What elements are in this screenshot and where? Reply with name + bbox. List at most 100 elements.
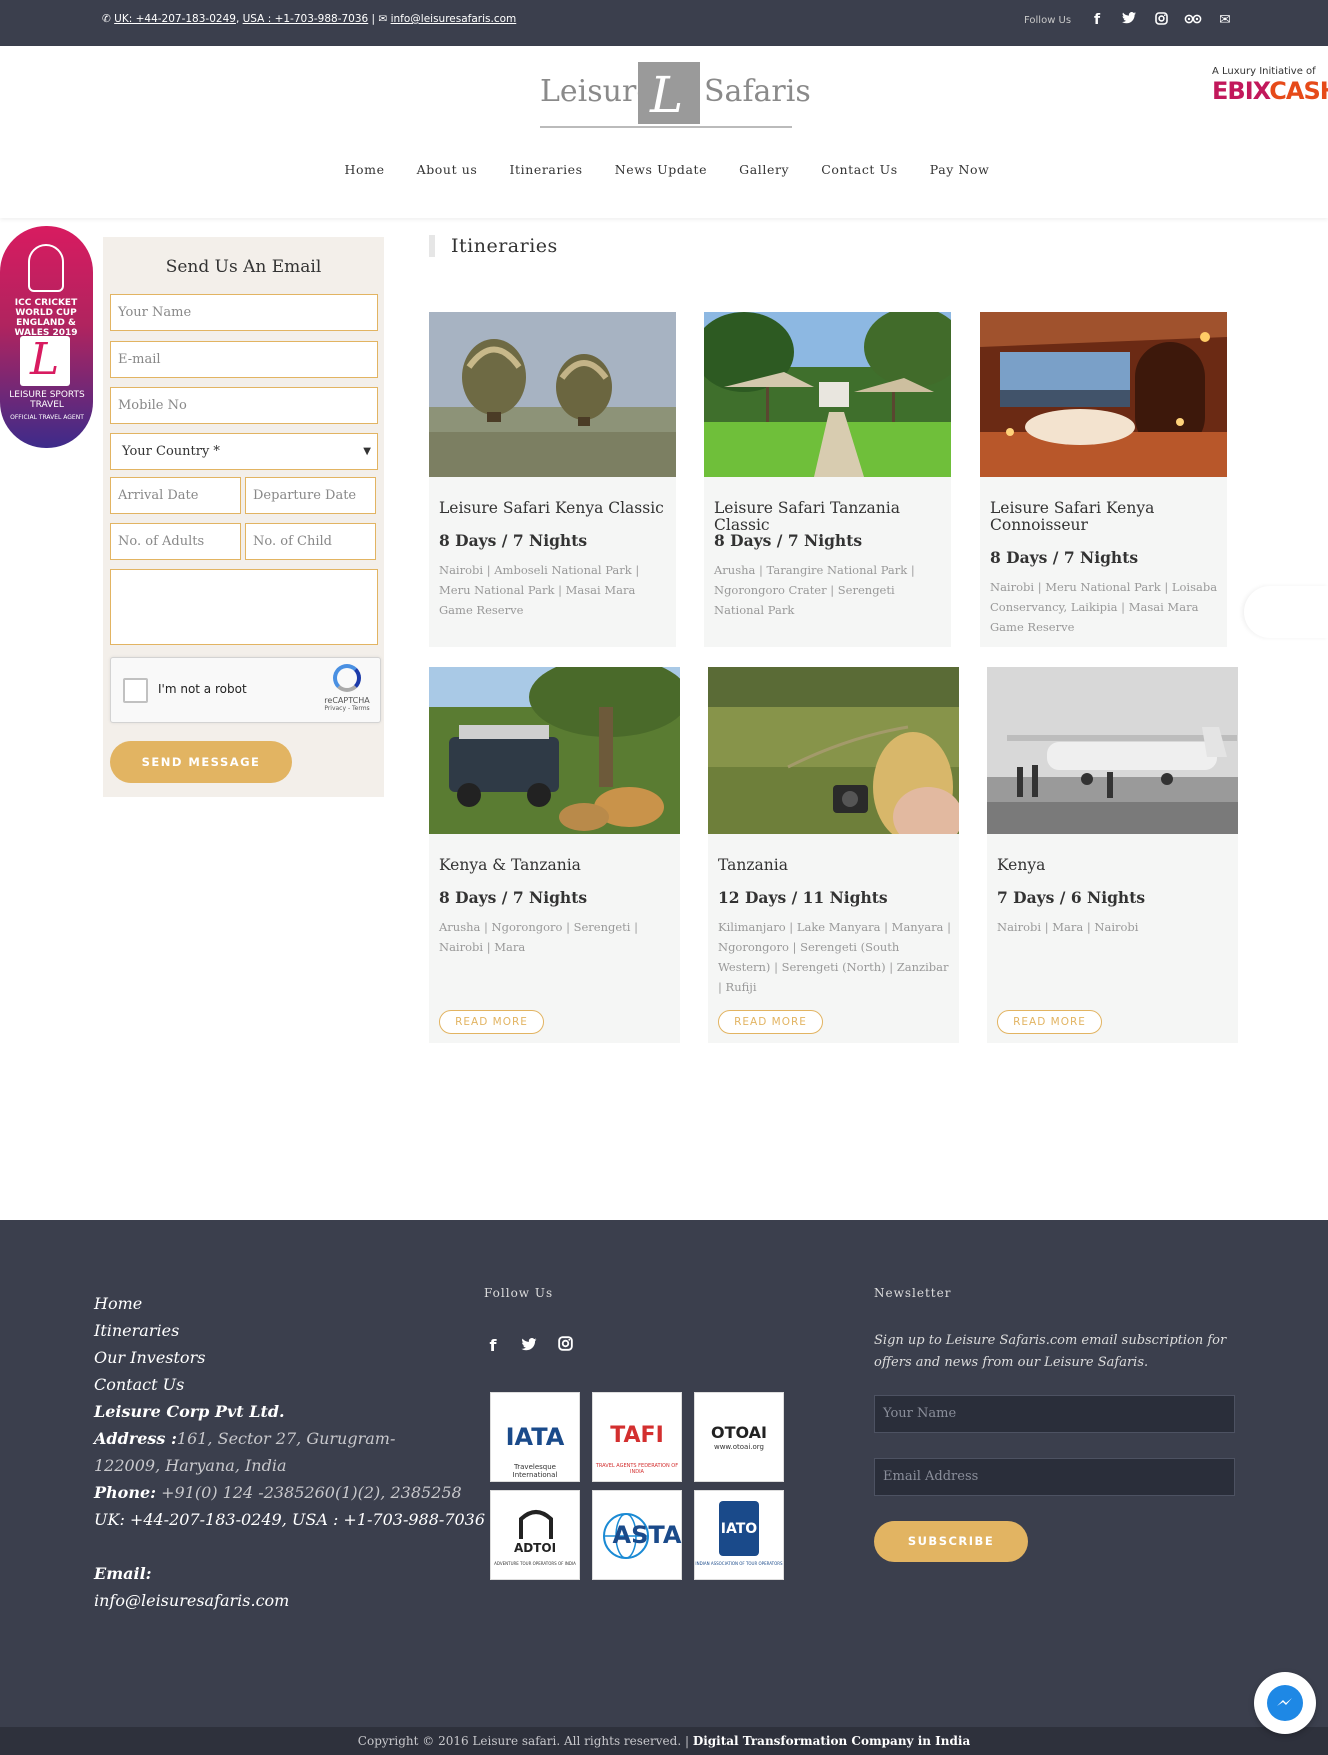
logo-text-right: Safaris: [704, 74, 811, 109]
card-title[interactable]: Kenya: [997, 857, 1045, 874]
recaptcha-links[interactable]: Privacy - Terms: [319, 705, 375, 712]
footer-link-investors[interactable]: Our Investors: [94, 1344, 485, 1371]
card-duration: 12 Days / 11 Nights: [718, 888, 888, 907]
footer-link-itineraries[interactable]: Itineraries: [94, 1317, 485, 1344]
card-title[interactable]: Leisure Safari Kenya Connoisseur: [990, 500, 1220, 534]
twitter-icon[interactable]: [520, 1336, 538, 1355]
form-title: Send Us An Email: [165, 257, 322, 277]
instagram-icon[interactable]: [1152, 12, 1170, 29]
read-more-button[interactable]: READ MORE: [997, 1010, 1102, 1034]
card-places: Nairobi | Meru National Park | Loisaba C…: [990, 580, 1218, 634]
subscribe-button[interactable]: SUBSCRIBE: [874, 1521, 1028, 1562]
card-image: [987, 667, 1238, 834]
card-duration: 8 Days / 7 Nights: [990, 548, 1139, 567]
uk-phone-link[interactable]: UK: +44-207-183-0249: [114, 13, 236, 25]
ebix-cash-logo[interactable]: A Luxury Initiative of EBIXCASH: [1212, 66, 1328, 105]
site-logo[interactable]: Leisure L Safaris: [540, 62, 811, 128]
envelope-icon: ✉: [378, 13, 388, 25]
nav-contact[interactable]: Contact Us: [821, 162, 898, 177]
newsletter-description: Sign up to Leisure Safaris.com email sub…: [874, 1333, 1227, 1370]
phone-icon: ✆: [102, 13, 111, 25]
logo-mark: L: [638, 62, 700, 124]
messenger-chat-button[interactable]: [1254, 1672, 1316, 1734]
recaptcha-checkbox[interactable]: [123, 678, 148, 703]
association-logo-tafi: TAFI TRAVEL AGENTS FEDERATION OF INDIA: [592, 1392, 682, 1482]
email-input[interactable]: E-mail: [110, 341, 378, 378]
nav-about[interactable]: About us: [417, 162, 478, 177]
facebook-icon[interactable]: f: [1088, 12, 1106, 29]
email-form: Send Us An Email Your Name E-mail Mobile…: [103, 237, 384, 797]
facebook-icon[interactable]: f: [484, 1336, 502, 1355]
twitter-icon[interactable]: [1120, 12, 1138, 29]
card-places: Arusha | Ngorongoro | Serengeti | Nairob…: [439, 920, 639, 954]
top-social-icons: f ✉: [1088, 12, 1234, 29]
caret-down-icon: ▼: [363, 446, 371, 457]
card-title[interactable]: Kenya & Tanzania: [439, 857, 581, 874]
itinerary-card[interactable]: Tanzania 12 Days / 11 Nights Kilimanjaro…: [708, 667, 959, 1043]
card-image: [980, 312, 1227, 477]
copyright-text: Copyright © 2016 Leisure safari. All rig…: [357, 1734, 693, 1748]
itinerary-card[interactable]: Kenya & Tanzania 8 Days / 7 Nights Arush…: [429, 667, 680, 1043]
card-image: [429, 667, 680, 834]
itinerary-card[interactable]: Leisure Safari Kenya Connoisseur 8 Days …: [980, 312, 1227, 647]
copyright-link[interactable]: Digital Transformation Company in India: [693, 1734, 970, 1748]
itinerary-card[interactable]: Kenya 7 Days / 6 Nights Nairobi | Mara |…: [987, 667, 1238, 1043]
read-more-button[interactable]: READ MORE: [718, 1010, 823, 1034]
card-places: Kilimanjaro | Lake Manyara | Manyara | N…: [718, 920, 951, 994]
card-title[interactable]: Leisure Safari Tanzania Classic: [714, 500, 951, 534]
card-places: Arusha | Tarangire National Park | Ngoro…: [714, 563, 915, 617]
footer-link-contact[interactable]: Contact Us: [94, 1371, 485, 1398]
card-title[interactable]: Tanzania: [718, 857, 788, 874]
card-duration: 7 Days / 6 Nights: [997, 888, 1146, 907]
arrival-date-input[interactable]: Arrival Date: [110, 477, 241, 514]
departure-date-input[interactable]: Departure Date: [245, 477, 376, 514]
newsletter-name-input[interactable]: Your Name: [874, 1395, 1235, 1433]
nav-news-update[interactable]: News Update: [615, 162, 707, 177]
intl-phone-line: UK: +44-207-183-0249, USA : +1-703-988-7…: [94, 1510, 486, 1529]
side-tab[interactable]: [1244, 586, 1328, 638]
logo-underline: [540, 126, 792, 128]
trophy-icon: [28, 244, 64, 292]
card-title[interactable]: Leisure Safari Kenya Classic: [439, 500, 664, 517]
newsletter-email-input[interactable]: Email Address: [874, 1458, 1235, 1496]
send-message-button[interactable]: SEND MESSAGE: [110, 741, 292, 783]
mail-icon[interactable]: ✉: [1216, 12, 1234, 29]
nav-pay-now[interactable]: Pay Now: [930, 162, 990, 177]
tripadvisor-icon[interactable]: [1184, 12, 1202, 29]
separator: ,: [235, 13, 243, 25]
country-select-value: Your Country *: [122, 444, 220, 459]
nav-gallery[interactable]: Gallery: [739, 162, 789, 177]
recaptcha-logo: reCAPTCHA Privacy - Terms: [319, 664, 375, 712]
footer-email[interactable]: info@leisuresafaris.com: [94, 1587, 485, 1614]
adults-input[interactable]: No. of Adults: [110, 523, 241, 560]
association-logo-asta: ASTA: [592, 1490, 682, 1580]
itinerary-card[interactable]: Leisure Safari Kenya Classic 8 Days / 7 …: [429, 312, 676, 647]
follow-us-title: Follow Us: [484, 1286, 554, 1300]
email-link[interactable]: info@leisuresafaris.com: [391, 13, 517, 25]
message-textarea[interactable]: [110, 569, 378, 645]
usa-phone-link[interactable]: USA : +1-703-988-7036: [243, 13, 369, 25]
country-select[interactable]: Your Country * ▼: [110, 433, 378, 470]
instagram-icon[interactable]: [556, 1336, 574, 1355]
card-places: Nairobi | Amboseli National Park | Meru …: [439, 563, 640, 617]
association-logo-iata: IATA Travelesque International: [490, 1392, 580, 1482]
child-input[interactable]: No. of Child: [245, 523, 376, 560]
association-logo-iato: IATO INDIAN ASSOCIATION OF TOUR OPERATOR…: [694, 1490, 784, 1580]
card-duration: 8 Days / 7 Nights: [439, 531, 588, 550]
ebix-tagline: A Luxury Initiative of: [1212, 66, 1316, 77]
world-cup-badge[interactable]: ICC CRICKET WORLD CUP ENGLAND & WALES 20…: [0, 226, 93, 448]
footer-links: Home Itineraries Our Investors Contact U…: [94, 1290, 485, 1614]
nav-itineraries[interactable]: Itineraries: [509, 162, 582, 177]
itinerary-card[interactable]: Leisure Safari Tanzania Classic 8 Days /…: [704, 312, 951, 647]
recaptcha-icon: [333, 664, 361, 692]
phone-line: Phone: +91(0) 124 -2385260(1)(2), 238525…: [94, 1483, 462, 1502]
follow-us-label: Follow Us: [1024, 15, 1072, 26]
mobile-input[interactable]: Mobile No: [110, 387, 378, 424]
name-input[interactable]: Your Name: [110, 294, 378, 331]
card-duration: 8 Days / 7 Nights: [439, 888, 588, 907]
read-more-button[interactable]: READ MORE: [439, 1010, 544, 1034]
nav-home[interactable]: Home: [345, 162, 385, 177]
recaptcha-widget: I'm not a robot reCAPTCHA Privacy - Term…: [110, 657, 381, 723]
footer-link-home[interactable]: Home: [94, 1290, 485, 1317]
badge-event: ICC CRICKET WORLD CUP ENGLAND & WALES 20…: [14, 298, 78, 338]
